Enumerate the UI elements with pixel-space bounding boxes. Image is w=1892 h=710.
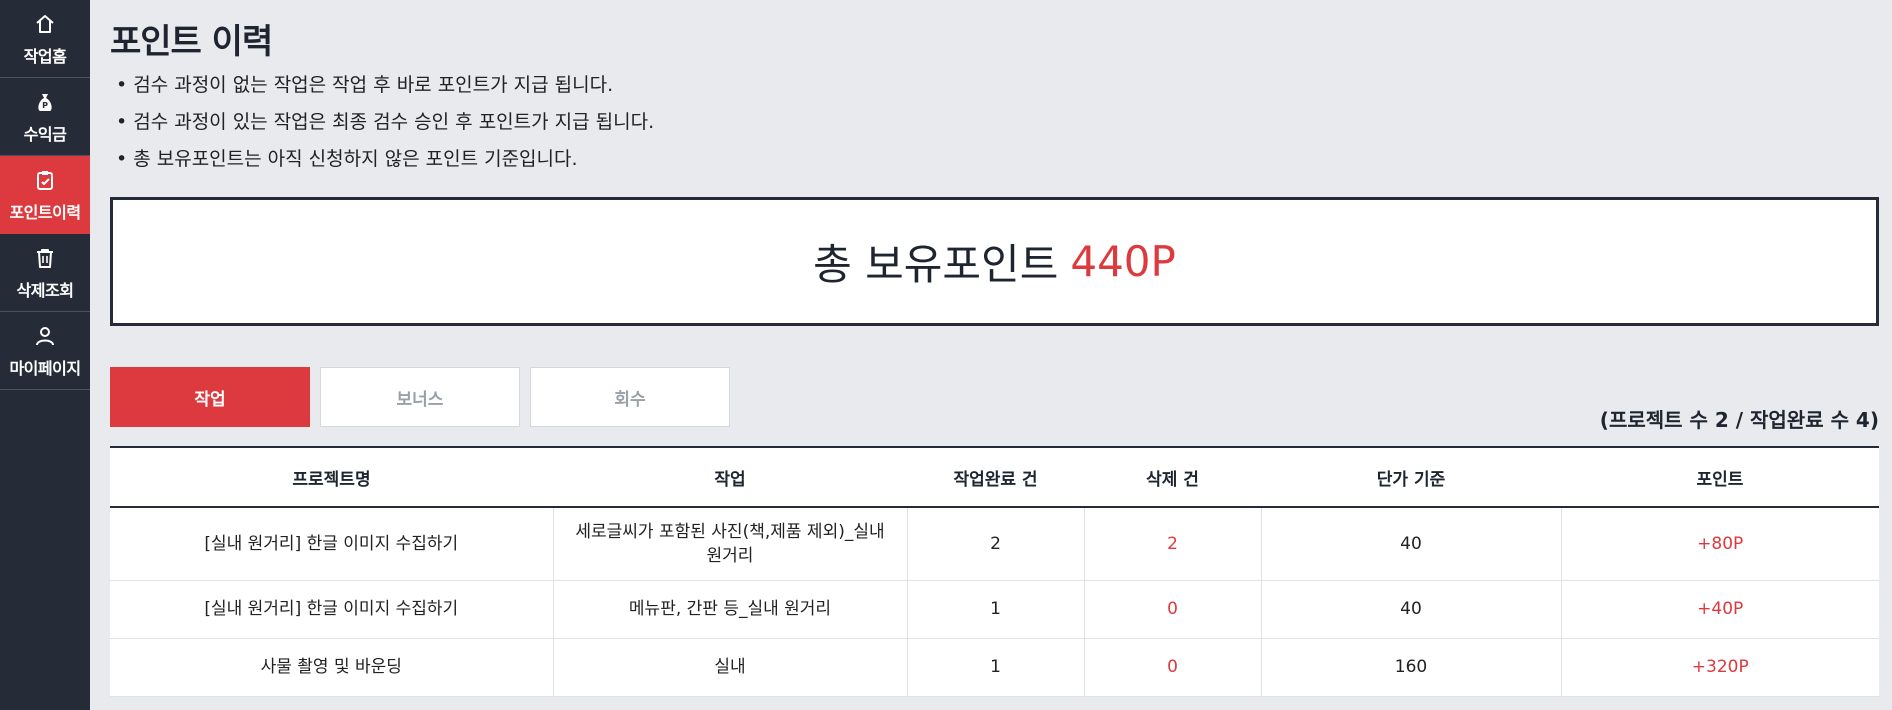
header-deleted-count: 삭제 건	[1146, 469, 1199, 490]
sidebar-item-earnings[interactable]: P 수익금	[0, 78, 90, 156]
trash-icon	[32, 245, 58, 271]
cell-deleted-count: 0	[1084, 638, 1262, 697]
tab-work[interactable]: 작업	[110, 367, 310, 427]
sidebar-item-label: 포인트이력	[9, 202, 81, 222]
sidebar-item-label: 수익금	[23, 124, 67, 144]
header-project-name: 프로젝트명	[292, 469, 371, 490]
cell-points: +40P	[1561, 580, 1879, 639]
cell-task: 실내	[553, 638, 908, 697]
page-title: 포인트 이력	[110, 22, 273, 62]
cell-completed-count: 2	[907, 507, 1085, 581]
cell-deleted-count: 2	[1084, 507, 1262, 581]
notice-item: • 검수 과정이 없는 작업은 작업 후 바로 포인트가 지급 됩니다.	[116, 74, 614, 96]
project-summary: (프로젝트 수 2 / 작업완료 수 4)	[1599, 408, 1879, 432]
header-points: 포인트	[1696, 469, 1744, 490]
cell-points: +80P	[1561, 507, 1879, 581]
table-header-row: 프로젝트명 작업 작업완료 건 삭제 건 단가 기준 포인트	[110, 447, 1879, 507]
cell-completed-count: 1	[907, 580, 1085, 639]
sidebar-item-point-history[interactable]: 포인트이력	[0, 156, 90, 234]
home-icon	[32, 11, 58, 37]
total-points-box: 총 보유포인트 440P	[110, 197, 1879, 326]
cell-project-name: [실내 원거리] 한글 이미지 수집하기	[110, 507, 554, 581]
cell-deleted-count: 0	[1084, 580, 1262, 639]
point-history-table: 프로젝트명 작업 작업완료 건 삭제 건 단가 기준 포인트 [실내 원거리] …	[110, 446, 1879, 697]
user-icon	[32, 323, 58, 349]
tab-bonus[interactable]: 보너스	[320, 367, 520, 427]
header-completed-count: 작업완료 건	[953, 469, 1038, 490]
sidebar-item-deleted-lookup[interactable]: 삭제조회	[0, 234, 90, 312]
total-points-value: 440P	[1070, 237, 1176, 286]
cell-project-name: 사물 촬영 및 바운딩	[110, 638, 554, 697]
table-row: [실내 원거리] 한글 이미지 수집하기 세로글씨가 포함된 사진(책,제품 제…	[110, 507, 1879, 581]
cell-unit-price: 40	[1261, 507, 1562, 581]
cell-completed-count: 1	[907, 638, 1085, 697]
notice-item: • 검수 과정이 있는 작업은 최종 검수 승인 후 포인트가 지급 됩니다.	[116, 111, 655, 133]
total-points-label: 총 보유포인트	[813, 240, 1059, 289]
sidebar-item-mypage[interactable]: 마이페이지	[0, 312, 90, 390]
tab-recovery[interactable]: 회수	[530, 367, 730, 427]
cell-unit-price: 160	[1261, 638, 1562, 697]
money-bag-icon: P	[32, 89, 58, 115]
svg-text:P: P	[42, 101, 48, 110]
cell-task: 메뉴판, 간판 등_실내 원거리	[553, 580, 908, 639]
notice-list: • 검수 과정이 없는 작업은 작업 후 바로 포인트가 지급 됩니다. • 검수 …	[116, 72, 654, 183]
header-task: 작업	[714, 469, 746, 490]
cell-task: 세로글씨가 포함된 사진(책,제품 제외)_실내 원거리	[553, 507, 908, 581]
tab-bar: 작업 보너스 회수	[110, 367, 740, 427]
cell-points: +320P	[1561, 638, 1879, 697]
table-row: [실내 원거리] 한글 이미지 수집하기 메뉴판, 간판 등_실내 원거리 1 …	[110, 580, 1879, 639]
clipboard-check-icon	[32, 167, 58, 193]
sidebar-item-label: 삭제조회	[16, 280, 74, 300]
sidebar: 작업홈 P 수익금 포인트이력 삭제조회 마이페이지	[0, 0, 90, 710]
header-unit-price: 단가 기준	[1376, 469, 1446, 490]
table-row: 사물 촬영 및 바운딩 실내 1 0 160 +320P	[110, 638, 1879, 697]
main-content: 포인트 이력 • 검수 과정이 없는 작업은 작업 후 바로 포인트가 지급 됩니…	[90, 0, 1892, 710]
sidebar-item-work-home[interactable]: 작업홈	[0, 0, 90, 78]
sidebar-item-label: 마이페이지	[9, 358, 81, 378]
sidebar-item-label: 작업홈	[23, 46, 67, 66]
cell-project-name: [실내 원거리] 한글 이미지 수집하기	[110, 580, 554, 639]
cell-unit-price: 40	[1261, 580, 1562, 639]
notice-item: • 총 보유포인트는 아직 신청하지 않은 포인트 기준입니다.	[116, 148, 578, 170]
